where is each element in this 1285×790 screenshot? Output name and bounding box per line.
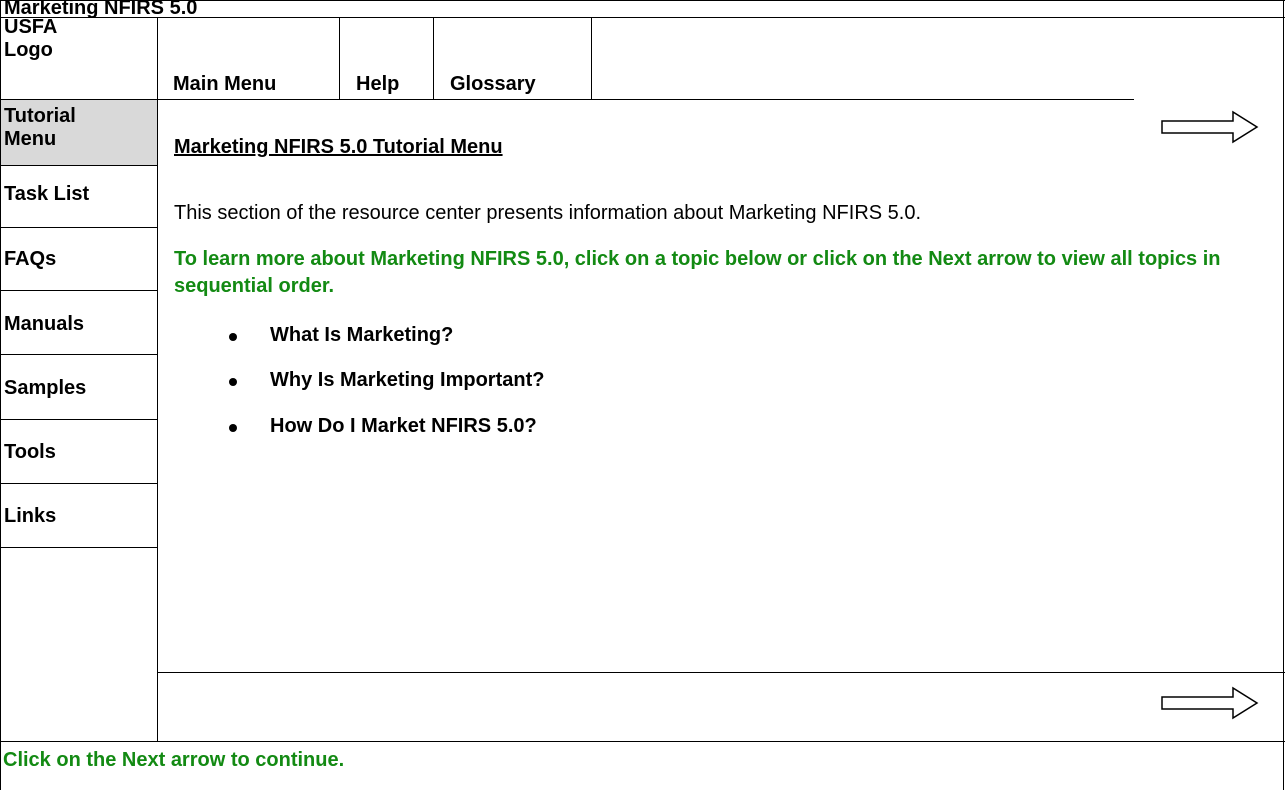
nav-glossary[interactable]: Glossary [450, 73, 536, 96]
page-title: Marketing NFIRS 5.0 Tutorial Menu [174, 136, 503, 158]
topic-label: How Do I Market NFIRS 5.0? [270, 415, 537, 437]
side-line-1 [0, 165, 158, 166]
topic-label: Why Is Marketing Important? [270, 369, 545, 391]
nav-divider-1 [339, 17, 340, 99]
side-line-5 [0, 419, 158, 420]
side-line-7 [0, 547, 158, 548]
sidebar-item-label: Tutorial Menu [4, 105, 76, 151]
sidebar-item-tutorial-menu[interactable]: Tutorial Menu [1, 100, 157, 165]
side-line-3 [0, 290, 158, 291]
usfa-logo: USFA Logo [4, 16, 154, 62]
nav-divider-2 [433, 17, 434, 99]
sidebar-item-links[interactable]: Links [4, 505, 56, 528]
sidebar-divider [157, 17, 158, 742]
sidebar-active-line-1: Tutorial [4, 105, 76, 127]
footer-divider [0, 741, 1285, 742]
sidebar-item-samples[interactable]: Samples [4, 377, 86, 400]
next-arrow-icon [1161, 110, 1259, 144]
topic-label: What Is Marketing? [270, 324, 454, 346]
logo-line-2: Logo [4, 39, 53, 61]
sidebar-item-tools[interactable]: Tools [4, 441, 56, 464]
sidebar-item-manuals[interactable]: Manuals [4, 313, 84, 336]
instruction-text: To learn more about Marketing NFIRS 5.0,… [174, 248, 1221, 297]
side-line-6 [0, 483, 158, 484]
nav-help[interactable]: Help [356, 73, 399, 96]
next-arrow-bottom[interactable] [1160, 683, 1260, 723]
bullet-icon [229, 378, 237, 386]
bullet-icon [229, 424, 237, 432]
next-arrow-icon [1161, 686, 1259, 720]
header-divider [0, 99, 1134, 100]
side-line-4 [0, 354, 158, 355]
sidebar-active-line-2: Menu [4, 128, 57, 150]
bullet-icon [229, 333, 237, 341]
nav-divider-3 [591, 17, 592, 99]
sidebar-item-task-list[interactable]: Task List [4, 183, 89, 206]
side-line-2 [0, 227, 158, 228]
logo-line-1: USFA [4, 16, 58, 38]
footer-instruction: Click on the Next arrow to continue. [3, 749, 345, 771]
sidebar-item-faqs[interactable]: FAQs [4, 248, 56, 271]
next-arrow-top[interactable] [1160, 107, 1260, 147]
content-bottom-line [157, 672, 1285, 673]
nav-main-menu[interactable]: Main Menu [173, 73, 276, 96]
intro-text: This section of the resource center pres… [174, 202, 922, 224]
